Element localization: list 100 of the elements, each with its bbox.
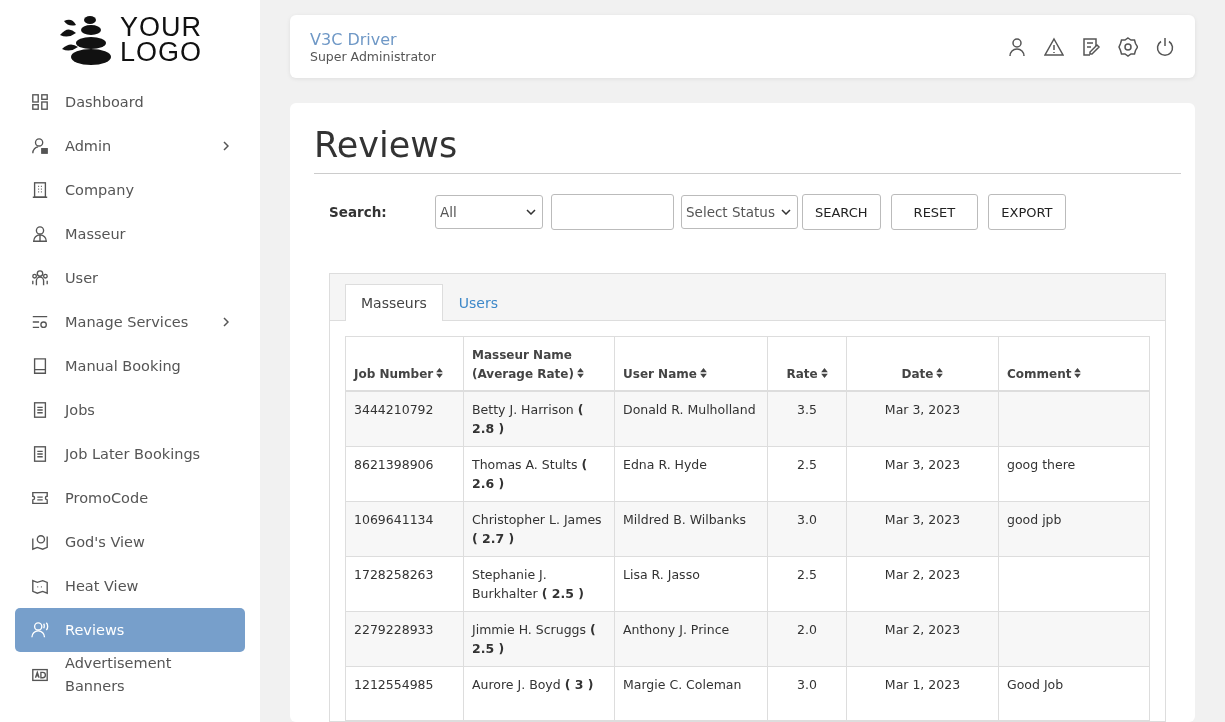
search-label: Search:: [329, 204, 388, 220]
settings-icon[interactable]: [1118, 36, 1138, 57]
table-cell: 3444210792: [354, 402, 434, 417]
chevron-down-icon: [526, 209, 536, 215]
table-cell: Stephanie J. Burkhalter ( 2.5 ): [472, 567, 584, 601]
menu-icon: [31, 489, 49, 507]
menu-icon: [31, 621, 49, 639]
table-cell: Mar 2, 2023: [884, 622, 961, 637]
menu-label: Advertisement Banners: [65, 654, 173, 696]
sort-icon: [820, 368, 828, 378]
table-cell: 3.0: [797, 677, 817, 692]
table-cell: good jpb: [1007, 512, 1062, 527]
table-cell: Mildred B. Wilbanks: [623, 512, 746, 527]
table-cell: 1728258263: [354, 567, 434, 582]
export-button[interactable]: EXPORT: [988, 194, 1066, 230]
power-icon[interactable]: [1155, 36, 1175, 57]
stones-logo-icon: [58, 15, 114, 65]
menu-label: Manage Services: [65, 312, 190, 332]
search-field[interactable]: [551, 194, 674, 230]
menu-item[interactable]: Manual Booking: [15, 344, 245, 388]
sort-icon: [436, 368, 444, 378]
menu-icon: [31, 93, 49, 111]
menu-icon: [31, 666, 49, 684]
menu-icon: [31, 225, 49, 243]
reset-button[interactable]: RESET: [890, 194, 979, 230]
edit-note-icon[interactable]: [1081, 36, 1101, 57]
table-cell: Donald R. Mulholland: [623, 402, 756, 417]
status-dropdown[interactable]: Select Status: [681, 195, 798, 229]
table-cell: Mar 3, 2023: [884, 402, 961, 417]
menu-label: Jobs: [65, 400, 96, 420]
menu-icon: [31, 533, 49, 551]
warning-icon[interactable]: [1044, 36, 1064, 57]
search-button[interactable]: SEARCH: [802, 194, 881, 230]
menu-item[interactable]: God's View: [15, 520, 245, 564]
page-title: Reviews: [314, 125, 1181, 174]
menu-icon: [31, 401, 49, 419]
user-name: V3C Driver: [310, 29, 398, 49]
menu-label: Manual Booking: [65, 356, 182, 376]
table-cell: Thomas A. Stults ( 2.6 ): [472, 457, 588, 491]
menu-icon: [31, 181, 49, 199]
table-cell: goog there: [1007, 457, 1076, 472]
menu-icon: [31, 313, 49, 331]
table-cell: Mar 3, 2023: [884, 457, 961, 472]
field-dropdown[interactable]: All: [435, 195, 543, 229]
logo-text: LOGO: [120, 40, 202, 65]
menu-label: God's View: [65, 532, 146, 552]
logo-text: YOUR: [120, 15, 202, 40]
table-cell: Mar 1, 2023: [884, 677, 961, 692]
sort-icon: [699, 368, 707, 378]
menu-item[interactable]: PromoCode: [15, 476, 245, 520]
menu-icon: [31, 577, 49, 595]
menu-icon: [31, 269, 49, 287]
table-cell: Edna R. Hyde: [623, 457, 707, 472]
chevron-down-icon: [781, 209, 791, 215]
tab[interactable]: Users: [442, 284, 514, 321]
menu-item[interactable]: Company: [15, 168, 245, 212]
table-cell: Mar 3, 2023: [884, 512, 961, 527]
menu-label: PromoCode: [65, 488, 150, 508]
sort-icon: [936, 368, 944, 378]
table-cell: Jimmie H. Scruggs ( 2.5 ): [472, 622, 596, 656]
menu-label: Company: [65, 180, 135, 200]
menu-item[interactable]: Dashboard: [15, 80, 245, 124]
table-cell: 2.5: [797, 567, 817, 582]
menu-label: Reviews: [65, 620, 126, 640]
table-cell: Mar 2, 2023: [884, 567, 961, 582]
menu-item[interactable]: Masseur: [15, 212, 245, 256]
sort-icon: [1074, 368, 1082, 378]
sort-icon: [576, 368, 584, 378]
menu-icon: [31, 357, 49, 375]
table-cell: Lisa R. Jasso: [623, 567, 700, 582]
table-cell: Christopher L. James ( 2.7 ): [472, 512, 602, 546]
menu-label: Dashboard: [65, 92, 145, 112]
table-cell: Margie C. Coleman: [623, 677, 742, 692]
menu-label: Admin: [65, 136, 113, 156]
menu-item[interactable]: Manage Services: [15, 300, 245, 344]
table-cell: 1069641134: [354, 512, 434, 527]
menu-label: User: [65, 268, 100, 288]
user-role: Super Administrator: [310, 48, 436, 64]
menu-item[interactable]: Admin: [15, 124, 245, 168]
table-cell: Anthony J. Prince: [623, 622, 730, 637]
menu-label: Masseur: [65, 224, 127, 244]
menu-icon: [31, 137, 49, 155]
table-cell: 2279228933: [354, 622, 434, 637]
table-cell: 2.0: [797, 622, 817, 637]
menu-icon: [31, 445, 49, 463]
menu-item[interactable]: Advertisement Banners: [15, 652, 245, 698]
menu-item[interactable]: User: [15, 256, 245, 300]
table-cell: Good Job: [1007, 677, 1064, 692]
table-cell: 3.0: [797, 512, 817, 527]
table-cell: Aurore J. Boyd ( 3 ): [472, 677, 594, 692]
menu-label: Heat View: [65, 576, 140, 596]
table-cell: 3.5: [797, 402, 817, 417]
table-cell: 1212554985: [354, 677, 434, 692]
profile-icon[interactable]: [1007, 36, 1027, 57]
table-cell: Betty J. Harrison ( 2.8 ): [472, 402, 584, 436]
menu-item[interactable]: Heat View: [15, 564, 245, 608]
tab[interactable]: Masseurs: [345, 284, 443, 321]
table-cell: 2.5: [797, 457, 817, 472]
menu-item[interactable]: Jobs: [15, 388, 245, 432]
menu-item[interactable]: Job Later Bookings: [15, 432, 245, 476]
